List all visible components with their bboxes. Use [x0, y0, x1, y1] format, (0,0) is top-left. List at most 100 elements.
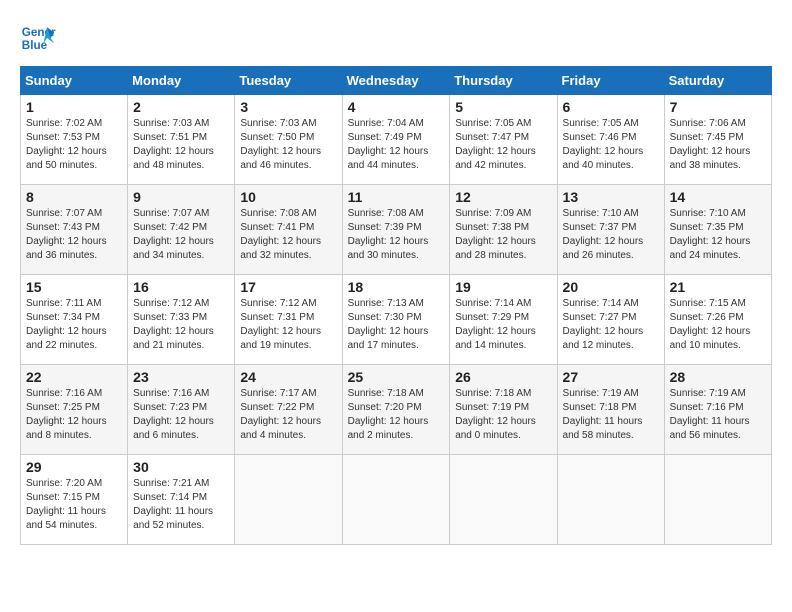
day-number: 4 — [348, 99, 445, 115]
calendar-cell: 20 Sunrise: 7:14 AMSunset: 7:27 PMDayligh… — [557, 275, 664, 365]
day-number: 24 — [240, 369, 336, 385]
day-info: Sunrise: 7:12 AMSunset: 7:31 PMDaylight:… — [240, 297, 336, 353]
day-info: Sunrise: 7:11 AMSunset: 7:34 PMDaylight:… — [26, 297, 122, 353]
day-info: Sunrise: 7:13 AMSunset: 7:30 PMDaylight:… — [348, 297, 445, 353]
calendar-week-2: 8Sunrise: 7:07 AMSunset: 7:43 PMDaylight… — [21, 185, 772, 275]
calendar-table: SundayMondayTuesdayWednesdayThursdayFrid… — [20, 66, 772, 545]
day-info: Sunrise: 7:19 AMSunset: 7:16 PMDaylight:… — [670, 387, 766, 443]
header-thursday: Thursday — [450, 67, 557, 95]
header-monday: Monday — [128, 67, 235, 95]
calendar-cell: 2 Sunrise: 7:03 AMSunset: 7:51 PMDaylight… — [128, 95, 235, 185]
day-info: Sunrise: 7:16 AMSunset: 7:25 PMDaylight:… — [26, 387, 122, 443]
calendar-cell: 23 Sunrise: 7:16 AMSunset: 7:23 PMDayligh… — [128, 365, 235, 455]
calendar-cell: 30 Sunrise: 7:21 AMSunset: 7:14 PMDayligh… — [128, 455, 235, 545]
calendar-cell: 17 Sunrise: 7:12 AMSunset: 7:31 PMDayligh… — [235, 275, 342, 365]
day-number: 28 — [670, 369, 766, 385]
header-saturday: Saturday — [664, 67, 771, 95]
day-number: 23 — [133, 369, 229, 385]
day-info: Sunrise: 7:17 AMSunset: 7:22 PMDaylight:… — [240, 387, 336, 443]
day-number: 5 — [455, 99, 551, 115]
day-info: Sunrise: 7:20 AMSunset: 7:15 PMDaylight:… — [26, 477, 122, 533]
header-sunday: Sunday — [21, 67, 128, 95]
calendar-cell — [664, 455, 771, 545]
day-info: Sunrise: 7:16 AMSunset: 7:23 PMDaylight:… — [133, 387, 229, 443]
calendar-cell: 5 Sunrise: 7:05 AMSunset: 7:47 PMDaylight… — [450, 95, 557, 185]
calendar-cell: 19 Sunrise: 7:14 AMSunset: 7:29 PMDayligh… — [450, 275, 557, 365]
calendar-cell: 7 Sunrise: 7:06 AMSunset: 7:45 PMDaylight… — [664, 95, 771, 185]
day-number: 9 — [133, 189, 229, 205]
day-info: Sunrise: 7:14 AMSunset: 7:27 PMDaylight:… — [563, 297, 659, 353]
day-info: Sunrise: 7:05 AMSunset: 7:47 PMDaylight:… — [455, 117, 551, 173]
day-number: 25 — [348, 369, 445, 385]
day-info: Sunrise: 7:19 AMSunset: 7:18 PMDaylight:… — [563, 387, 659, 443]
day-info: Sunrise: 7:12 AMSunset: 7:33 PMDaylight:… — [133, 297, 229, 353]
calendar-cell — [557, 455, 664, 545]
day-info: Sunrise: 7:05 AMSunset: 7:46 PMDaylight:… — [563, 117, 659, 173]
calendar-cell: 27 Sunrise: 7:19 AMSunset: 7:18 PMDayligh… — [557, 365, 664, 455]
day-number: 8 — [26, 189, 122, 205]
day-number: 7 — [670, 99, 766, 115]
day-info: Sunrise: 7:08 AMSunset: 7:41 PMDaylight:… — [240, 207, 336, 263]
day-info: Sunrise: 7:10 AMSunset: 7:37 PMDaylight:… — [563, 207, 659, 263]
calendar-cell: 9 Sunrise: 7:07 AMSunset: 7:42 PMDaylight… — [128, 185, 235, 275]
calendar-cell: 18 Sunrise: 7:13 AMSunset: 7:30 PMDayligh… — [342, 275, 450, 365]
calendar-cell — [235, 455, 342, 545]
day-number: 15 — [26, 279, 122, 295]
day-number: 27 — [563, 369, 659, 385]
calendar-cell: 26 Sunrise: 7:18 AMSunset: 7:19 PMDayligh… — [450, 365, 557, 455]
day-info: Sunrise: 7:04 AMSunset: 7:49 PMDaylight:… — [348, 117, 445, 173]
day-info: Sunrise: 7:08 AMSunset: 7:39 PMDaylight:… — [348, 207, 445, 263]
day-number: 6 — [563, 99, 659, 115]
day-number: 3 — [240, 99, 336, 115]
calendar-cell — [342, 455, 450, 545]
calendar-cell: 29 Sunrise: 7:20 AMSunset: 7:15 PMDayligh… — [21, 455, 128, 545]
day-number: 21 — [670, 279, 766, 295]
day-info: Sunrise: 7:03 AMSunset: 7:51 PMDaylight:… — [133, 117, 229, 173]
day-info: Sunrise: 7:02 AMSunset: 7:53 PMDaylight:… — [26, 117, 122, 173]
calendar-week-4: 22 Sunrise: 7:16 AMSunset: 7:25 PMDayligh… — [21, 365, 772, 455]
calendar-week-1: 1 Sunrise: 7:02 AMSunset: 7:53 PMDaylight… — [21, 95, 772, 185]
day-number: 29 — [26, 459, 122, 475]
calendar-week-3: 15 Sunrise: 7:11 AMSunset: 7:34 PMDayligh… — [21, 275, 772, 365]
day-info: Sunrise: 7:18 AMSunset: 7:20 PMDaylight:… — [348, 387, 445, 443]
day-number: 1 — [26, 99, 122, 115]
day-info: Sunrise: 7:15 AMSunset: 7:26 PMDaylight:… — [670, 297, 766, 353]
day-number: 19 — [455, 279, 551, 295]
day-number: 17 — [240, 279, 336, 295]
day-number: 2 — [133, 99, 229, 115]
header-friday: Friday — [557, 67, 664, 95]
calendar-cell: 15 Sunrise: 7:11 AMSunset: 7:34 PMDayligh… — [21, 275, 128, 365]
calendar-header-row: SundayMondayTuesdayWednesdayThursdayFrid… — [21, 67, 772, 95]
calendar-cell: 1 Sunrise: 7:02 AMSunset: 7:53 PMDaylight… — [21, 95, 128, 185]
calendar-cell: 4 Sunrise: 7:04 AMSunset: 7:49 PMDaylight… — [342, 95, 450, 185]
calendar-cell — [450, 455, 557, 545]
calendar-cell: 8Sunrise: 7:07 AMSunset: 7:43 PMDaylight… — [21, 185, 128, 275]
day-info: Sunrise: 7:09 AMSunset: 7:38 PMDaylight:… — [455, 207, 551, 263]
calendar-cell: 3 Sunrise: 7:03 AMSunset: 7:50 PMDaylight… — [235, 95, 342, 185]
day-number: 22 — [26, 369, 122, 385]
day-number: 30 — [133, 459, 229, 475]
svg-text:Blue: Blue — [22, 39, 48, 52]
day-info: Sunrise: 7:07 AMSunset: 7:42 PMDaylight:… — [133, 207, 229, 263]
calendar-week-5: 29 Sunrise: 7:20 AMSunset: 7:15 PMDayligh… — [21, 455, 772, 545]
day-number: 11 — [348, 189, 445, 205]
day-number: 10 — [240, 189, 336, 205]
calendar-cell: 28 Sunrise: 7:19 AMSunset: 7:16 PMDayligh… — [664, 365, 771, 455]
day-number: 13 — [563, 189, 659, 205]
day-number: 14 — [670, 189, 766, 205]
day-info: Sunrise: 7:18 AMSunset: 7:19 PMDaylight:… — [455, 387, 551, 443]
day-info: Sunrise: 7:06 AMSunset: 7:45 PMDaylight:… — [670, 117, 766, 173]
day-number: 12 — [455, 189, 551, 205]
calendar-cell: 10 Sunrise: 7:08 AMSunset: 7:41 PMDayligh… — [235, 185, 342, 275]
day-info: Sunrise: 7:21 AMSunset: 7:14 PMDaylight:… — [133, 477, 229, 533]
day-info: Sunrise: 7:03 AMSunset: 7:50 PMDaylight:… — [240, 117, 336, 173]
calendar-cell: 24 Sunrise: 7:17 AMSunset: 7:22 PMDayligh… — [235, 365, 342, 455]
calendar-cell: 22 Sunrise: 7:16 AMSunset: 7:25 PMDayligh… — [21, 365, 128, 455]
day-number: 20 — [563, 279, 659, 295]
calendar-cell: 14Sunrise: 7:10 AMSunset: 7:35 PMDayligh… — [664, 185, 771, 275]
day-info: Sunrise: 7:14 AMSunset: 7:29 PMDaylight:… — [455, 297, 551, 353]
day-number: 26 — [455, 369, 551, 385]
calendar-cell: 6 Sunrise: 7:05 AMSunset: 7:46 PMDaylight… — [557, 95, 664, 185]
calendar-cell: 21 Sunrise: 7:15 AMSunset: 7:26 PMDayligh… — [664, 275, 771, 365]
day-number: 18 — [348, 279, 445, 295]
